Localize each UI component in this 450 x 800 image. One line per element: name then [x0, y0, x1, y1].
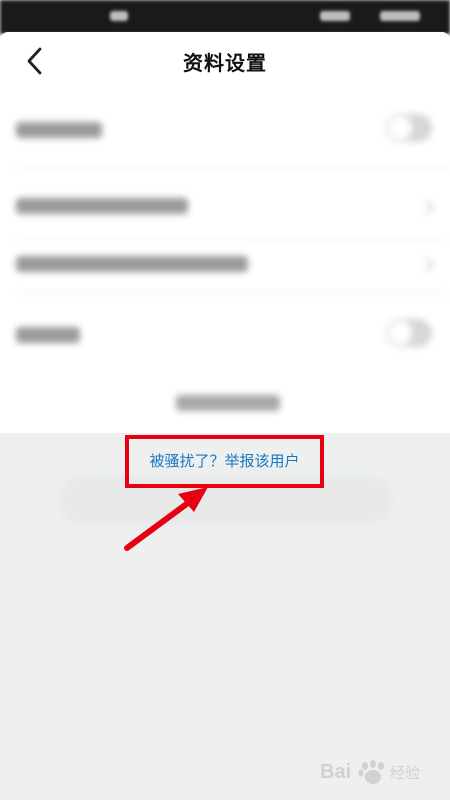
watermark-logo: Bai 经验: [320, 754, 438, 788]
toggle-switch[interactable]: [386, 114, 432, 142]
svg-text:Bai: Bai: [320, 761, 351, 783]
settings-row-toggle-2[interactable]: [0, 293, 450, 373]
toggle-switch[interactable]: [386, 319, 432, 347]
settings-row-link-1[interactable]: [0, 168, 450, 238]
blurred-blocklist-link[interactable]: [176, 395, 280, 411]
status-bar: [0, 0, 450, 34]
highlight-box: 被骚扰了？举报该用户: [125, 435, 324, 488]
nav-bar: 资料设置: [0, 32, 450, 88]
settings-row-toggle-1[interactable]: [0, 88, 450, 168]
report-user-link[interactable]: 被骚扰了？举报该用户: [129, 450, 320, 471]
svg-text:经验: 经验: [390, 764, 420, 782]
settings-list: [0, 88, 450, 433]
page-title: 资料设置: [183, 51, 267, 75]
